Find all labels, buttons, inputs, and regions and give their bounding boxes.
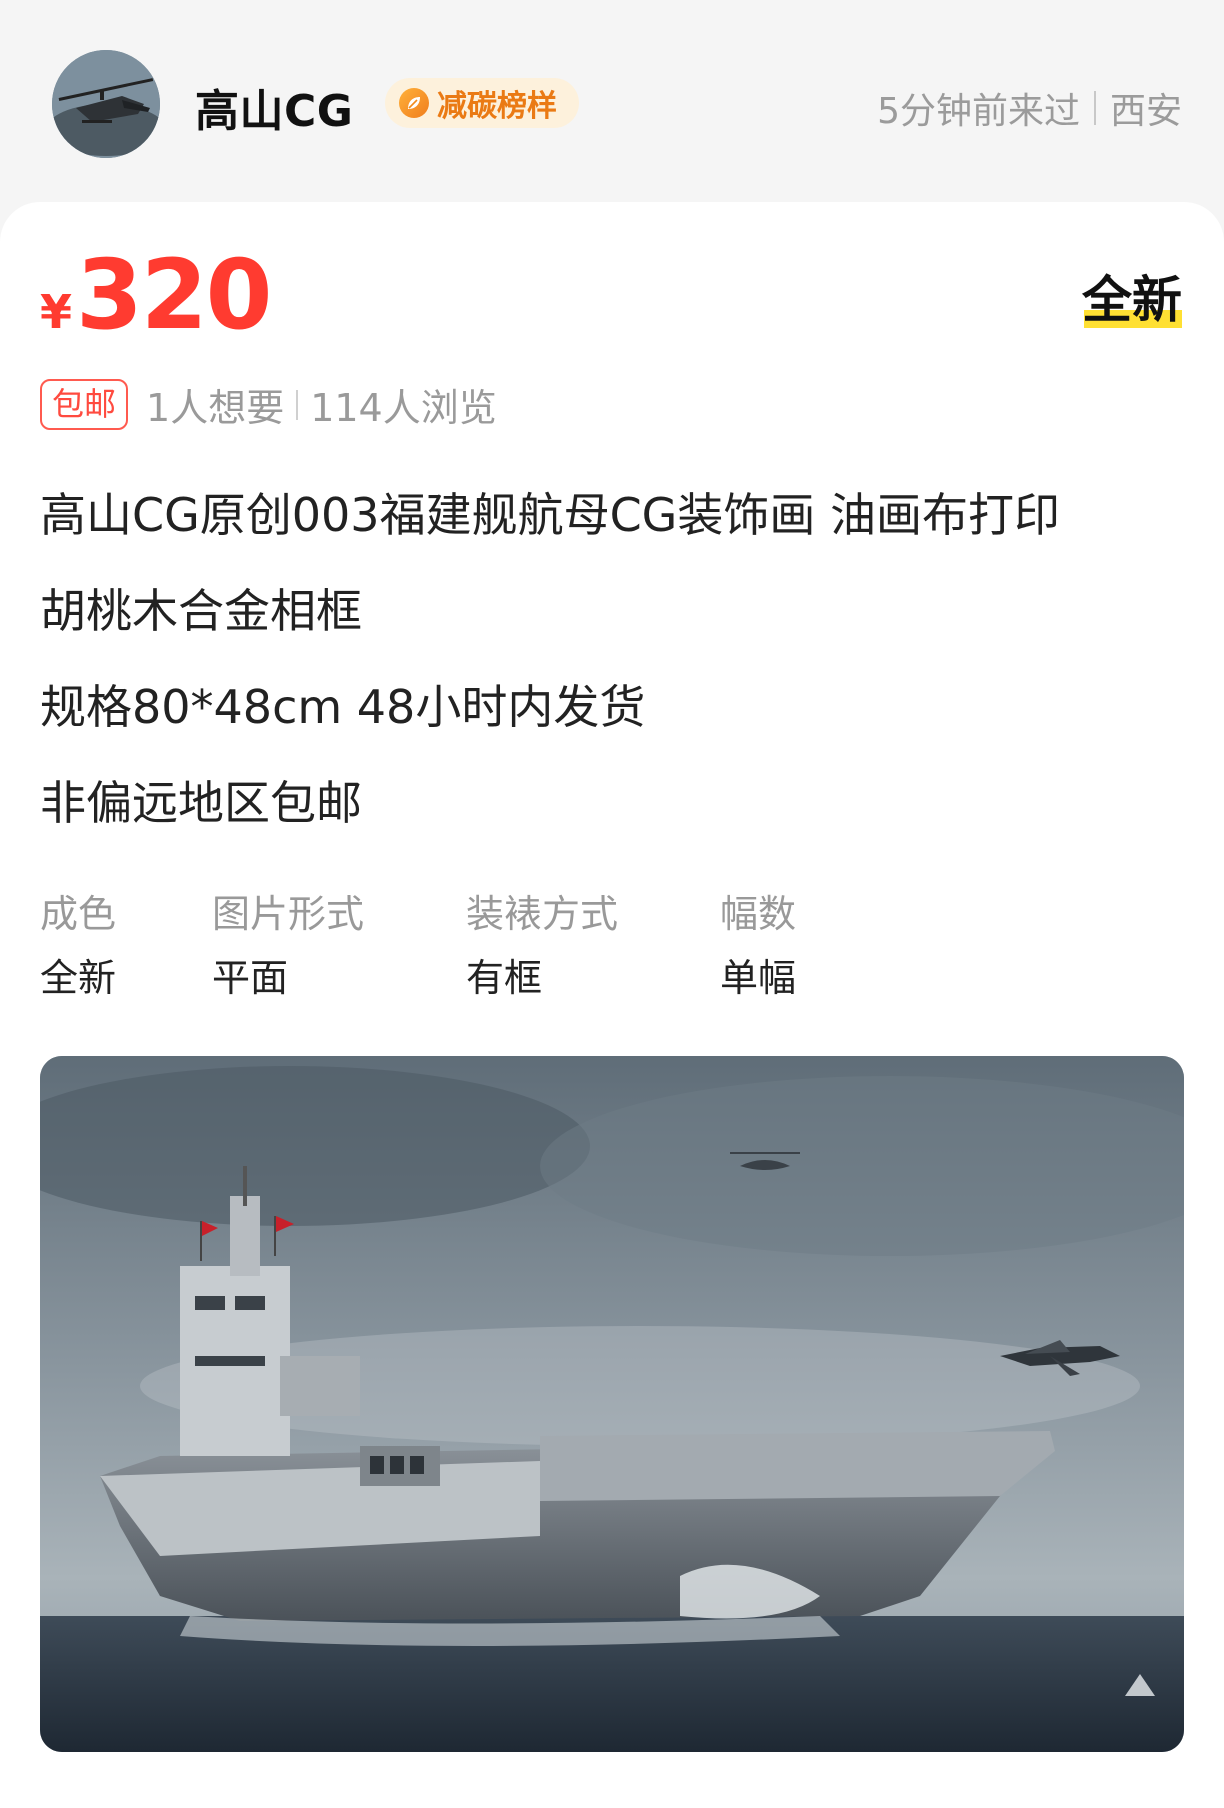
currency-symbol: ¥ bbox=[40, 285, 73, 339]
location-text: 西安 bbox=[1109, 91, 1182, 132]
attribute-image-type: 图片形式 平面 bbox=[212, 882, 364, 1010]
price: ¥ 320 bbox=[40, 239, 272, 351]
attribute-value: 全新 bbox=[40, 956, 117, 1000]
wants-count: 1人想要 bbox=[146, 386, 285, 430]
condition-tag: 全新 bbox=[1082, 260, 1182, 332]
attribute-key: 图片形式 bbox=[212, 892, 365, 936]
last-seen-text: 5分钟前来过 bbox=[877, 91, 1080, 132]
carbon-badge[interactable]: 减碳榜样 bbox=[385, 78, 579, 128]
attribute-mounting: 装裱方式 有框 bbox=[466, 882, 618, 1010]
attributes: 成色 全新 图片形式 平面 装裱方式 有框 幅数 单幅 bbox=[40, 882, 1190, 1012]
leaf-icon bbox=[399, 88, 429, 118]
stats: 1人想要 114人浏览 bbox=[146, 377, 497, 432]
attribute-value: 有框 bbox=[466, 956, 543, 1000]
attribute-key: 幅数 bbox=[720, 892, 797, 936]
seller-header: 高山CG 减碳榜样 5分钟前来过 西安 bbox=[0, 0, 1224, 200]
attribute-value: 平面 bbox=[212, 956, 289, 1000]
description-line: 胡桃木合金相框 bbox=[40, 584, 362, 638]
last-seen-info: 5分钟前来过 西安 bbox=[877, 82, 1182, 134]
description-line: 高山CG原创003福建舰航母CG装饰画 油画布打印 bbox=[40, 488, 1060, 542]
badge-label: 减碳榜样 bbox=[437, 89, 557, 124]
listing-card: ¥ 320 全新 包邮 1人想要 114人浏览 高山CG原创003福建舰航母CG… bbox=[0, 202, 1224, 1808]
views-count: 114人浏览 bbox=[310, 386, 497, 430]
product-image[interactable] bbox=[40, 1056, 1184, 1752]
description-line: 规格80*48cm 48小时内发货 bbox=[40, 680, 646, 734]
attribute-key: 装裱方式 bbox=[466, 892, 619, 936]
divider bbox=[1093, 91, 1096, 125]
price-value: 320 bbox=[76, 239, 272, 351]
meta-row: 包邮 1人想要 114人浏览 bbox=[40, 377, 497, 432]
description-line: 非偏远地区包邮 bbox=[40, 776, 362, 830]
divider bbox=[296, 389, 299, 420]
condition-label: 全新 bbox=[1082, 271, 1182, 329]
attribute-condition: 成色 全新 bbox=[40, 882, 116, 1010]
description: 高山CG原创003福建舰航母CG装饰画 油画布打印 胡桃木合金相框 规格80*4… bbox=[40, 467, 1190, 851]
attribute-value: 单幅 bbox=[720, 956, 797, 1000]
seller-avatar[interactable] bbox=[52, 50, 160, 158]
shipping-tag: 包邮 bbox=[40, 379, 129, 430]
seller-name[interactable]: 高山CG bbox=[195, 75, 353, 139]
attribute-panels: 幅数 单幅 bbox=[720, 882, 796, 1010]
attribute-key: 成色 bbox=[40, 892, 117, 936]
